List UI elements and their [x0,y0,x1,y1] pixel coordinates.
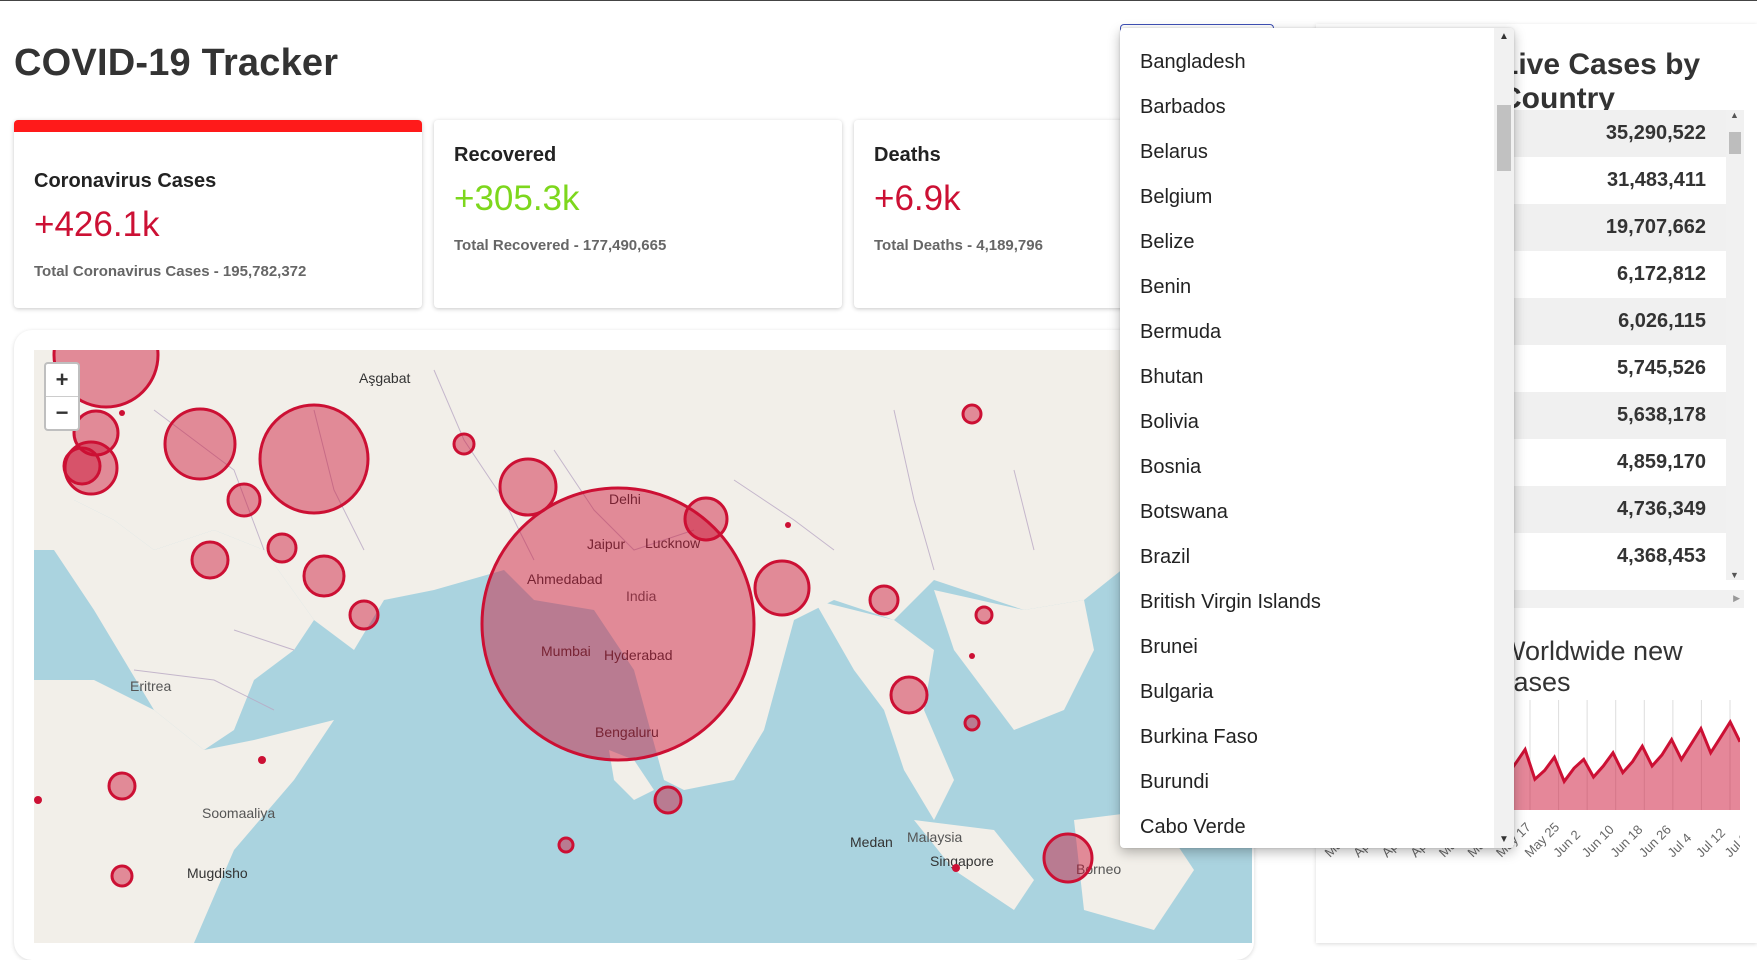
dropdown-option-list: Bangladesh Barbados Belarus Belgium Beli… [1120,40,1494,848]
zoom-in-button[interactable]: + [46,364,78,396]
card-cases[interactable]: Coronavirus Cases +426.1k Total Coronavi… [14,120,422,308]
dropdown-option[interactable]: Benin [1120,265,1494,310]
case-circle[interactable] [258,403,370,515]
top-border [0,0,1757,1]
dropdown-option[interactable]: Belgium [1120,175,1494,220]
case-circle[interactable] [974,605,994,625]
map-label-singapore: Singapore [930,853,994,869]
card-title: Coronavirus Cases [34,170,217,192]
dropdown-option[interactable]: Botswana [1120,490,1494,535]
case-circle[interactable] [498,457,558,517]
case-circle[interactable] [963,714,981,732]
case-circle[interactable] [753,559,811,617]
scroll-down-icon[interactable]: ▼ [1730,570,1739,580]
dropdown-option[interactable]: Bolivia [1120,400,1494,445]
map-label-soomaaliya: Soomaaliya [202,805,275,821]
scroll-up-icon[interactable]: ▲ [1730,110,1739,120]
case-circle[interactable] [62,446,102,486]
card-title: Recovered [454,144,557,166]
case-circle[interactable] [961,403,983,425]
map-label-mugdisho: Mugdisho [187,865,248,881]
case-circle[interactable] [1042,832,1094,884]
dropdown-option[interactable]: Bhutan [1120,355,1494,400]
side-panel-title: Live Cases by Country [1500,48,1701,115]
map-label-medan: Medan [850,834,893,850]
dropdown-option[interactable]: British Virgin Islands [1120,580,1494,625]
case-circle[interactable] [889,675,929,715]
scroll-down-icon[interactable]: ▼ [1499,834,1509,845]
card-total: Total Coronavirus Cases - 195,782,372 [34,263,307,280]
case-circle[interactable] [163,407,237,481]
case-circle[interactable] [107,771,137,801]
dropdown-option[interactable]: Barbados [1120,85,1494,130]
scrollbar-thumb[interactable] [1497,105,1511,171]
map-canvas: Delhi Jaipur Lucknow Ahmedabad India Mum… [34,350,1252,943]
map-label-asgabat: Aşgabat [359,370,410,386]
dropdown-option[interactable]: Burundi [1120,760,1494,805]
table-vertical-scrollbar[interactable]: ▲ ▼ [1726,110,1744,580]
case-circle[interactable] [348,599,380,631]
dropdown-option[interactable]: Belarus [1120,130,1494,175]
card-total: Total Recovered - 177,490,665 [454,237,667,254]
case-circle[interactable] [557,836,575,854]
case-circle[interactable] [683,496,729,542]
map[interactable]: Delhi Jaipur Lucknow Ahmedabad India Mum… [34,350,1252,943]
card-value: +426.1k [34,205,160,244]
card-recovered[interactable]: Recovered +305.3k Total Recovered - 177,… [434,120,842,308]
scroll-up-icon[interactable]: ▲ [1499,31,1509,42]
map-label-malaysia: Malaysia [907,829,962,845]
dropdown-option[interactable]: Bangladesh [1120,40,1494,85]
chart-x-tick-label: Jul 12 [1693,825,1728,860]
case-circle[interactable] [190,540,230,580]
dropdown-option[interactable]: Bermuda [1120,310,1494,355]
app-title: COVID-19 Tracker [14,42,339,84]
case-circle[interactable] [653,785,683,815]
case-circle[interactable] [266,532,298,564]
scrollbar-thumb[interactable] [1729,132,1741,154]
dropdown-option[interactable]: Brazil [1120,535,1494,580]
dropdown-option[interactable]: Burkina Faso [1120,715,1494,760]
scroll-right-icon[interactable]: ▶ [1733,593,1740,604]
dropdown-option[interactable]: Brunei [1120,625,1494,670]
dropdown-scrollbar[interactable]: ▲ ▼ [1494,28,1514,848]
chart-x-tick-label: Jul 20 [1722,825,1740,860]
chart-title: Worldwide new cases [1500,636,1683,697]
map-zoom-control: + − [44,362,80,431]
card-value: +305.3k [454,179,580,218]
country-dropdown-menu[interactable]: Bangladesh Barbados Belarus Belgium Beli… [1120,28,1514,848]
case-circle[interactable] [302,554,346,598]
zoom-out-button[interactable]: − [46,396,78,429]
case-circle[interactable] [226,482,262,518]
case-circle[interactable] [452,432,476,456]
dropdown-option[interactable]: Belize [1120,220,1494,265]
case-circle[interactable] [110,864,134,888]
case-circle[interactable] [868,584,900,616]
map-label-eritrea: Eritrea [130,678,171,694]
dropdown-option[interactable]: Cabo Verde [1120,805,1494,848]
dropdown-option[interactable]: Bosnia [1120,445,1494,490]
dropdown-option[interactable]: Bulgaria [1120,670,1494,715]
